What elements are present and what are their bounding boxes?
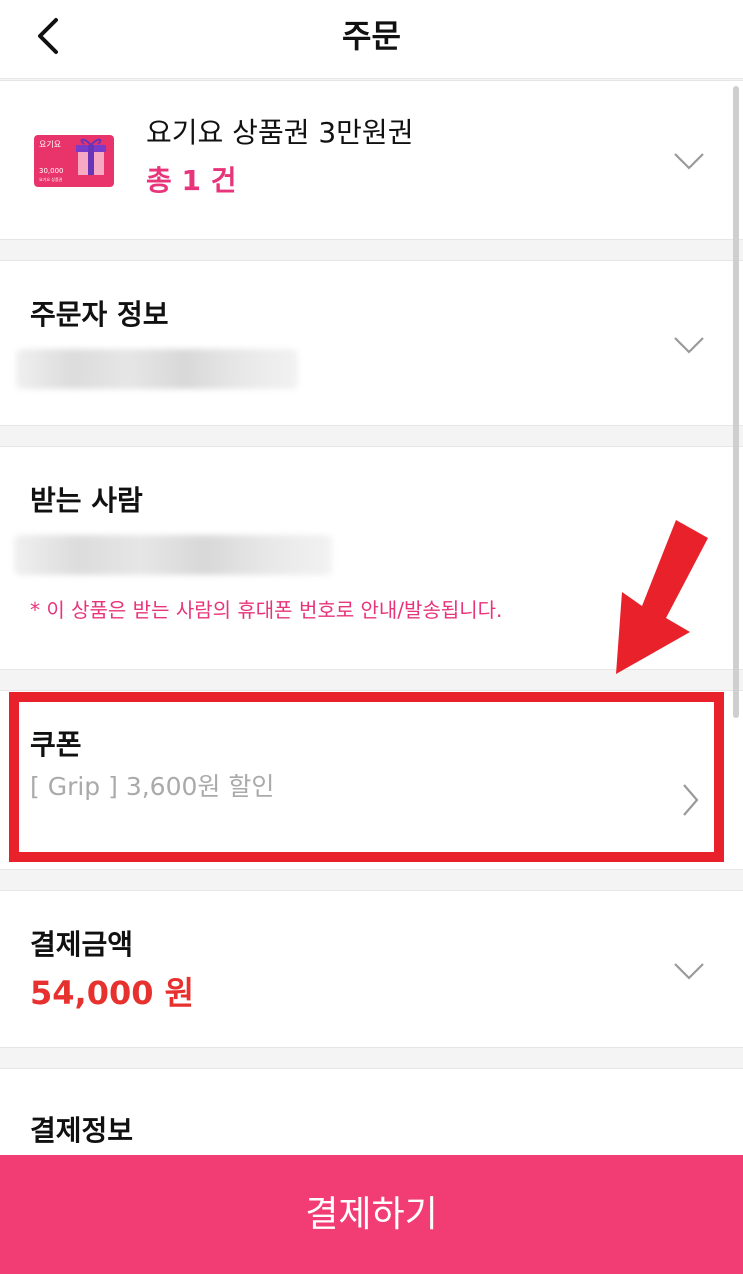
chevron-down-icon[interactable]: [673, 151, 705, 171]
chevron-down-icon[interactable]: [673, 961, 705, 981]
recipient-title: 받는 사람: [30, 484, 143, 517]
orderer-info-blurred: [16, 349, 298, 389]
scrollbar[interactable]: [733, 86, 739, 718]
recipient-note: * 이 상품은 받는 사람의 휴대폰 번호로 안내/발송됩니다.: [30, 598, 503, 622]
coupon-value: [ Grip ] 3,600원 할인: [30, 772, 275, 801]
product-name: 요기요 상품권 3만원권: [146, 116, 414, 149]
payment-amount-section[interactable]: 결제금액 54,000 원: [0, 890, 743, 1048]
pay-button[interactable]: 결제하기: [0, 1155, 743, 1274]
thumb-caption-text: 요기요 상품권: [39, 176, 63, 182]
payment-info-title: 결제정보: [30, 1114, 134, 1147]
coupon-section[interactable]: 쿠폰 [ Grip ] 3,600원 할인: [0, 690, 743, 870]
chevron-down-icon[interactable]: [673, 335, 705, 355]
red-arrow-annotation: [616, 520, 708, 674]
payment-amount-title: 결제금액: [30, 928, 134, 961]
product-section[interactable]: 요기요 30,000 요기요 상품권 요기요 상품권 3만원권 총 1 건: [0, 80, 743, 240]
page-title: 주문: [342, 17, 401, 55]
chevron-right-icon[interactable]: [681, 783, 699, 817]
orderer-title: 주문자 정보: [30, 298, 169, 331]
thumb-amount-text: 30,000: [39, 167, 64, 175]
top-bar: 주문: [0, 0, 743, 79]
thumb-brand-text: 요기요: [39, 140, 61, 149]
recipient-info-blurred: [14, 535, 332, 575]
product-count: 총 1 건: [146, 164, 237, 197]
coupon-title: 쿠폰: [30, 728, 82, 761]
orderer-section[interactable]: 주문자 정보: [0, 260, 743, 426]
payment-amount: 54,000 원: [30, 974, 195, 1012]
gift-card-icon: 요기요 30,000 요기요 상품권: [34, 135, 114, 187]
